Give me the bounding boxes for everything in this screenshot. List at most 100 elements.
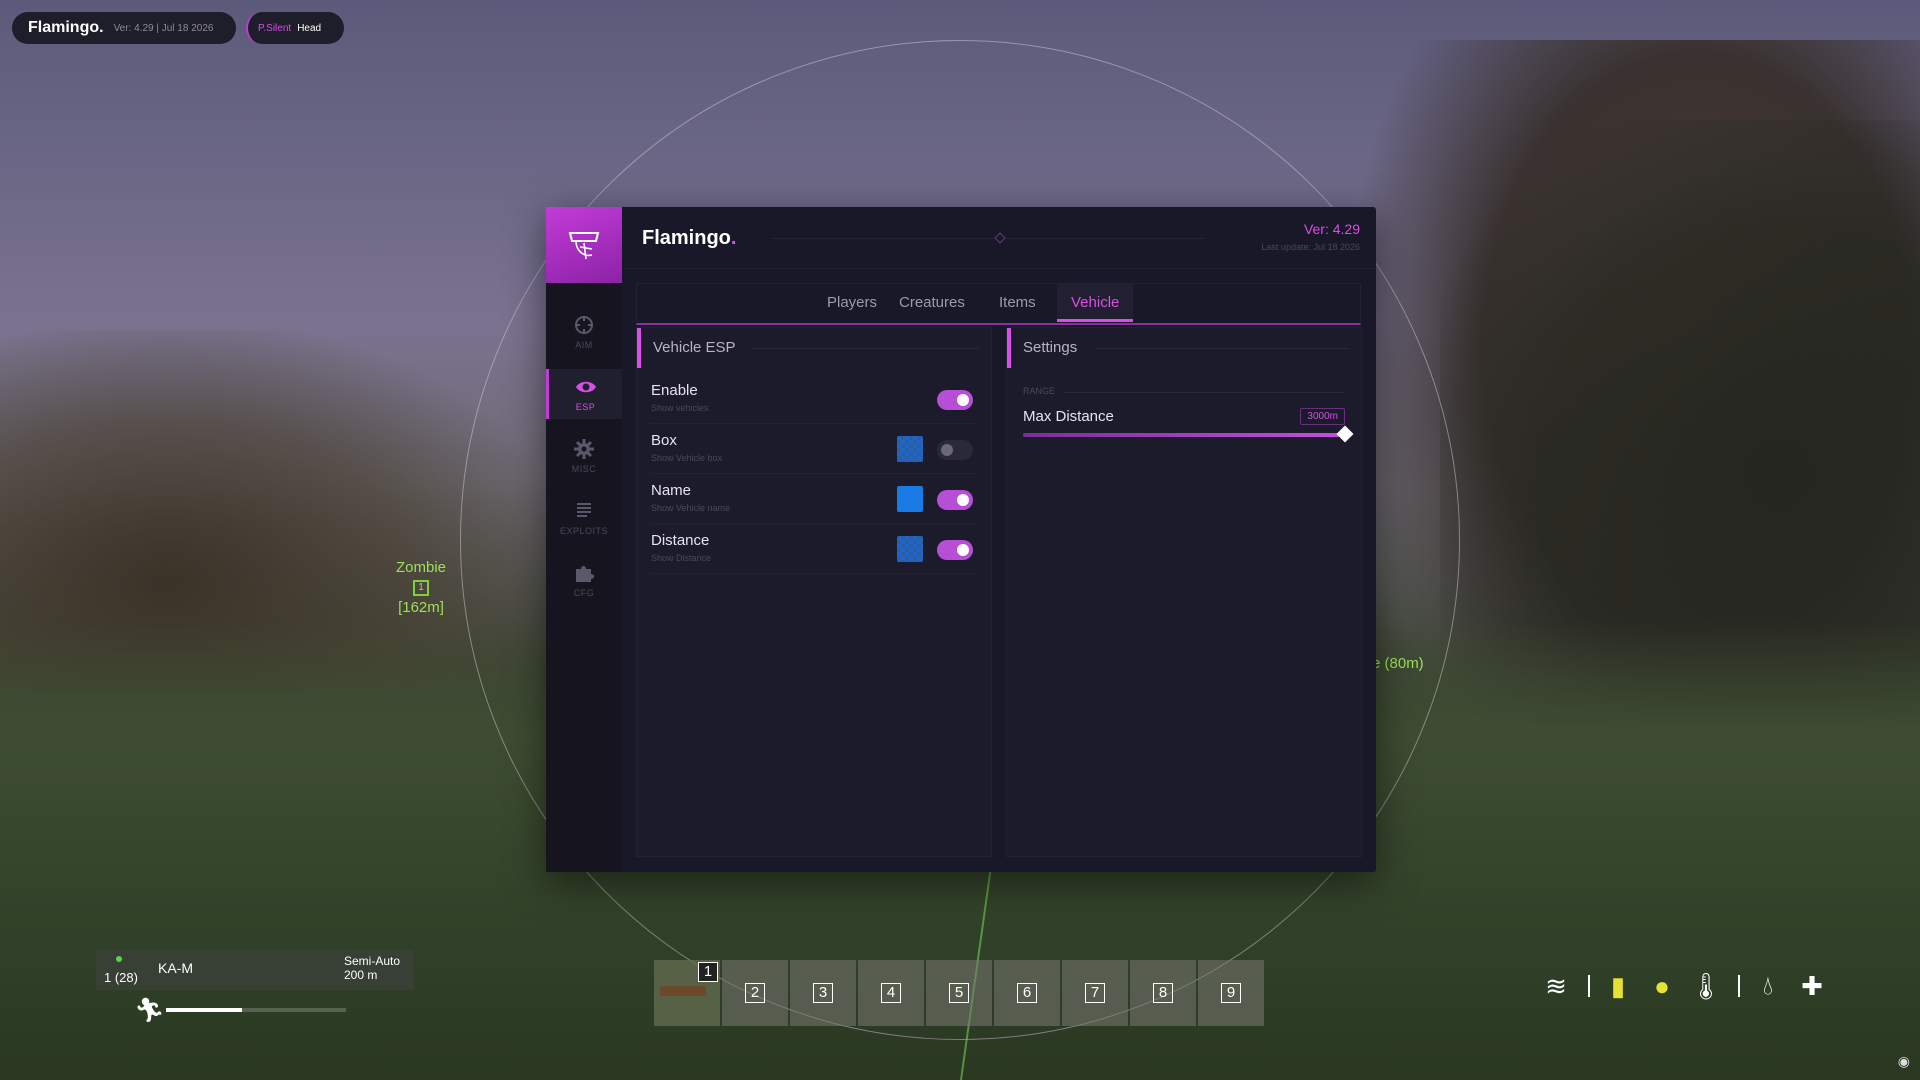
hotbar-slot[interactable]: 7 <box>1062 960 1128 1026</box>
esp-zombie-label: Zombie 1 [162m] <box>396 558 446 618</box>
max-distance-label: Max Distance <box>1023 408 1114 425</box>
weapon-info: 1 (28) KA-M Semi-Auto 200 m <box>96 950 414 990</box>
toggle-knob <box>957 494 969 506</box>
sidebar-item-misc[interactable]: MISC <box>546 431 622 481</box>
header-divider <box>772 238 1206 239</box>
option-row-distance: Distance Show Distance <box>649 526 979 574</box>
slot-number: 2 <box>745 983 765 1003</box>
water-bottle-icon: ▮ <box>1610 970 1626 1001</box>
option-row-enable: Enable Show vehicles <box>649 376 979 424</box>
hotbar: 1 2 3 4 5 6 7 8 9 <box>654 960 1266 1026</box>
toggle-knob <box>957 544 969 556</box>
flamingo-logo-icon <box>568 232 600 260</box>
thermometer-icon: 🌡︎ <box>1689 970 1723 1001</box>
tab-items[interactable]: Items <box>985 284 1050 322</box>
tab-players[interactable]: Players <box>813 284 891 322</box>
sidebar-label: AIM <box>575 340 593 350</box>
panel-title-line <box>751 348 979 349</box>
hotbar-slot[interactable]: 2 <box>722 960 788 1026</box>
fire-mode: Semi-Auto 200 m <box>344 954 400 982</box>
option-name: Name <box>651 482 692 499</box>
esp-entity-label: e (80m) <box>1372 655 1424 672</box>
slot-number: 7 <box>1085 983 1105 1003</box>
option-desc: Show Vehicle name <box>651 503 731 513</box>
hotbar-slot[interactable]: 8 <box>1130 960 1196 1026</box>
watermark-brand: Flamingo. <box>28 19 104 36</box>
slider-fill <box>1023 433 1345 437</box>
panel-title-line <box>1096 348 1349 349</box>
tab-vehicle[interactable]: Vehicle <box>1057 284 1134 322</box>
slot-number: 9 <box>1221 983 1241 1003</box>
slot-number: 4 <box>881 983 901 1003</box>
watermark-meta: Ver: 4.29 | Jul 18 2026 <box>113 22 214 34</box>
hotbar-slot[interactable]: 6 <box>994 960 1060 1026</box>
tab-creatures[interactable]: Creatures <box>885 284 979 322</box>
menu-sidebar: AIM ESP MISC EXPLOITS CFG <box>546 207 622 872</box>
enable-toggle[interactable] <box>937 390 973 410</box>
panel-title: Settings <box>1023 339 1078 356</box>
option-name: Enable <box>651 382 698 399</box>
weapon-name: KA-M <box>158 960 193 976</box>
toggle-knob <box>941 444 953 456</box>
sidebar-item-esp[interactable]: ESP <box>546 369 622 419</box>
aim-bone: Head <box>297 22 322 34</box>
hotbar-slot[interactable]: 1 <box>654 960 720 1026</box>
slider-handle[interactable] <box>1336 425 1354 443</box>
status-divider <box>1588 975 1590 997</box>
box-toggle[interactable] <box>937 440 973 460</box>
vehicle-esp-panel: Vehicle ESP Enable Show vehicles Box Sho… <box>636 327 992 857</box>
menu-title-text: Flamingo <box>642 227 731 249</box>
sidebar-label: EXPLOITS <box>559 526 608 536</box>
hotbar-slot[interactable]: 3 <box>790 960 856 1026</box>
header-diamond-icon <box>994 232 1006 244</box>
hotbar-slot[interactable]: 4 <box>858 960 924 1026</box>
name-color-swatch[interactable] <box>897 486 923 512</box>
slot-number: 3 <box>813 983 833 1003</box>
menu-last-update: Last update: Jul 18 2026 <box>1261 242 1360 252</box>
esp-zombie-name: Zombie <box>396 559 447 576</box>
forest-left <box>0 330 560 690</box>
eye-icon <box>575 381 596 393</box>
status-dot <box>116 956 122 962</box>
section-label: RANGE <box>1023 386 1056 396</box>
esp-zombie-box: 1 <box>413 580 430 596</box>
panel-title: Vehicle ESP <box>653 339 736 356</box>
compass-icon: ◉ <box>1897 1053 1910 1069</box>
toggle-knob <box>957 394 969 406</box>
option-name: Box <box>651 432 677 449</box>
menu-title: Flamingo. <box>642 227 736 250</box>
zeroing-text: 200 m <box>344 968 378 982</box>
distance-color-swatch[interactable] <box>897 536 923 562</box>
panel-header: Vehicle ESP <box>637 328 991 368</box>
sidebar-item-exploits[interactable]: EXPLOITS <box>546 493 622 543</box>
distance-toggle[interactable] <box>937 540 973 560</box>
sidebar-label: MISC <box>571 464 597 474</box>
crosshair-icon <box>575 316 593 334</box>
sidebar-item-aim[interactable]: AIM <box>546 307 622 357</box>
puzzle-icon <box>576 566 594 582</box>
sidebar-item-cfg[interactable]: CFG <box>546 555 622 605</box>
option-desc: Show vehicles <box>651 403 709 413</box>
section-divider <box>1063 392 1345 393</box>
option-desc: Show Vehicle box <box>651 453 723 463</box>
slot-number: 5 <box>949 983 969 1003</box>
slot-number: 8 <box>1153 983 1173 1003</box>
stamina-fill <box>166 1008 242 1012</box>
water-level-icon: ≋ <box>1545 970 1567 1001</box>
rock-cliff <box>1360 40 1920 800</box>
max-distance-slider[interactable] <box>1023 425 1354 443</box>
cheat-menu-window: AIM ESP MISC EXPLOITS CFG Flamingo. Ver:… <box>546 207 1376 872</box>
hotbar-slot[interactable]: 9 <box>1198 960 1264 1026</box>
food-apple-icon: ● <box>1654 970 1670 1001</box>
health-cross-icon: ✚ <box>1801 970 1823 1001</box>
box-color-swatch[interactable] <box>897 436 923 462</box>
option-row-box: Box Show Vehicle box <box>649 426 979 474</box>
option-name: Distance <box>651 532 710 549</box>
sidebar-label: CFG <box>573 588 595 598</box>
option-desc: Show Distance <box>651 553 712 563</box>
hotbar-slot[interactable]: 5 <box>926 960 992 1026</box>
gear-icon <box>574 439 594 459</box>
name-toggle[interactable] <box>937 490 973 510</box>
status-icons: ≋ ▮ ● 🌡︎ 💧︎ ✚ <box>1536 966 1836 1006</box>
flamingo-logo <box>546 207 622 283</box>
